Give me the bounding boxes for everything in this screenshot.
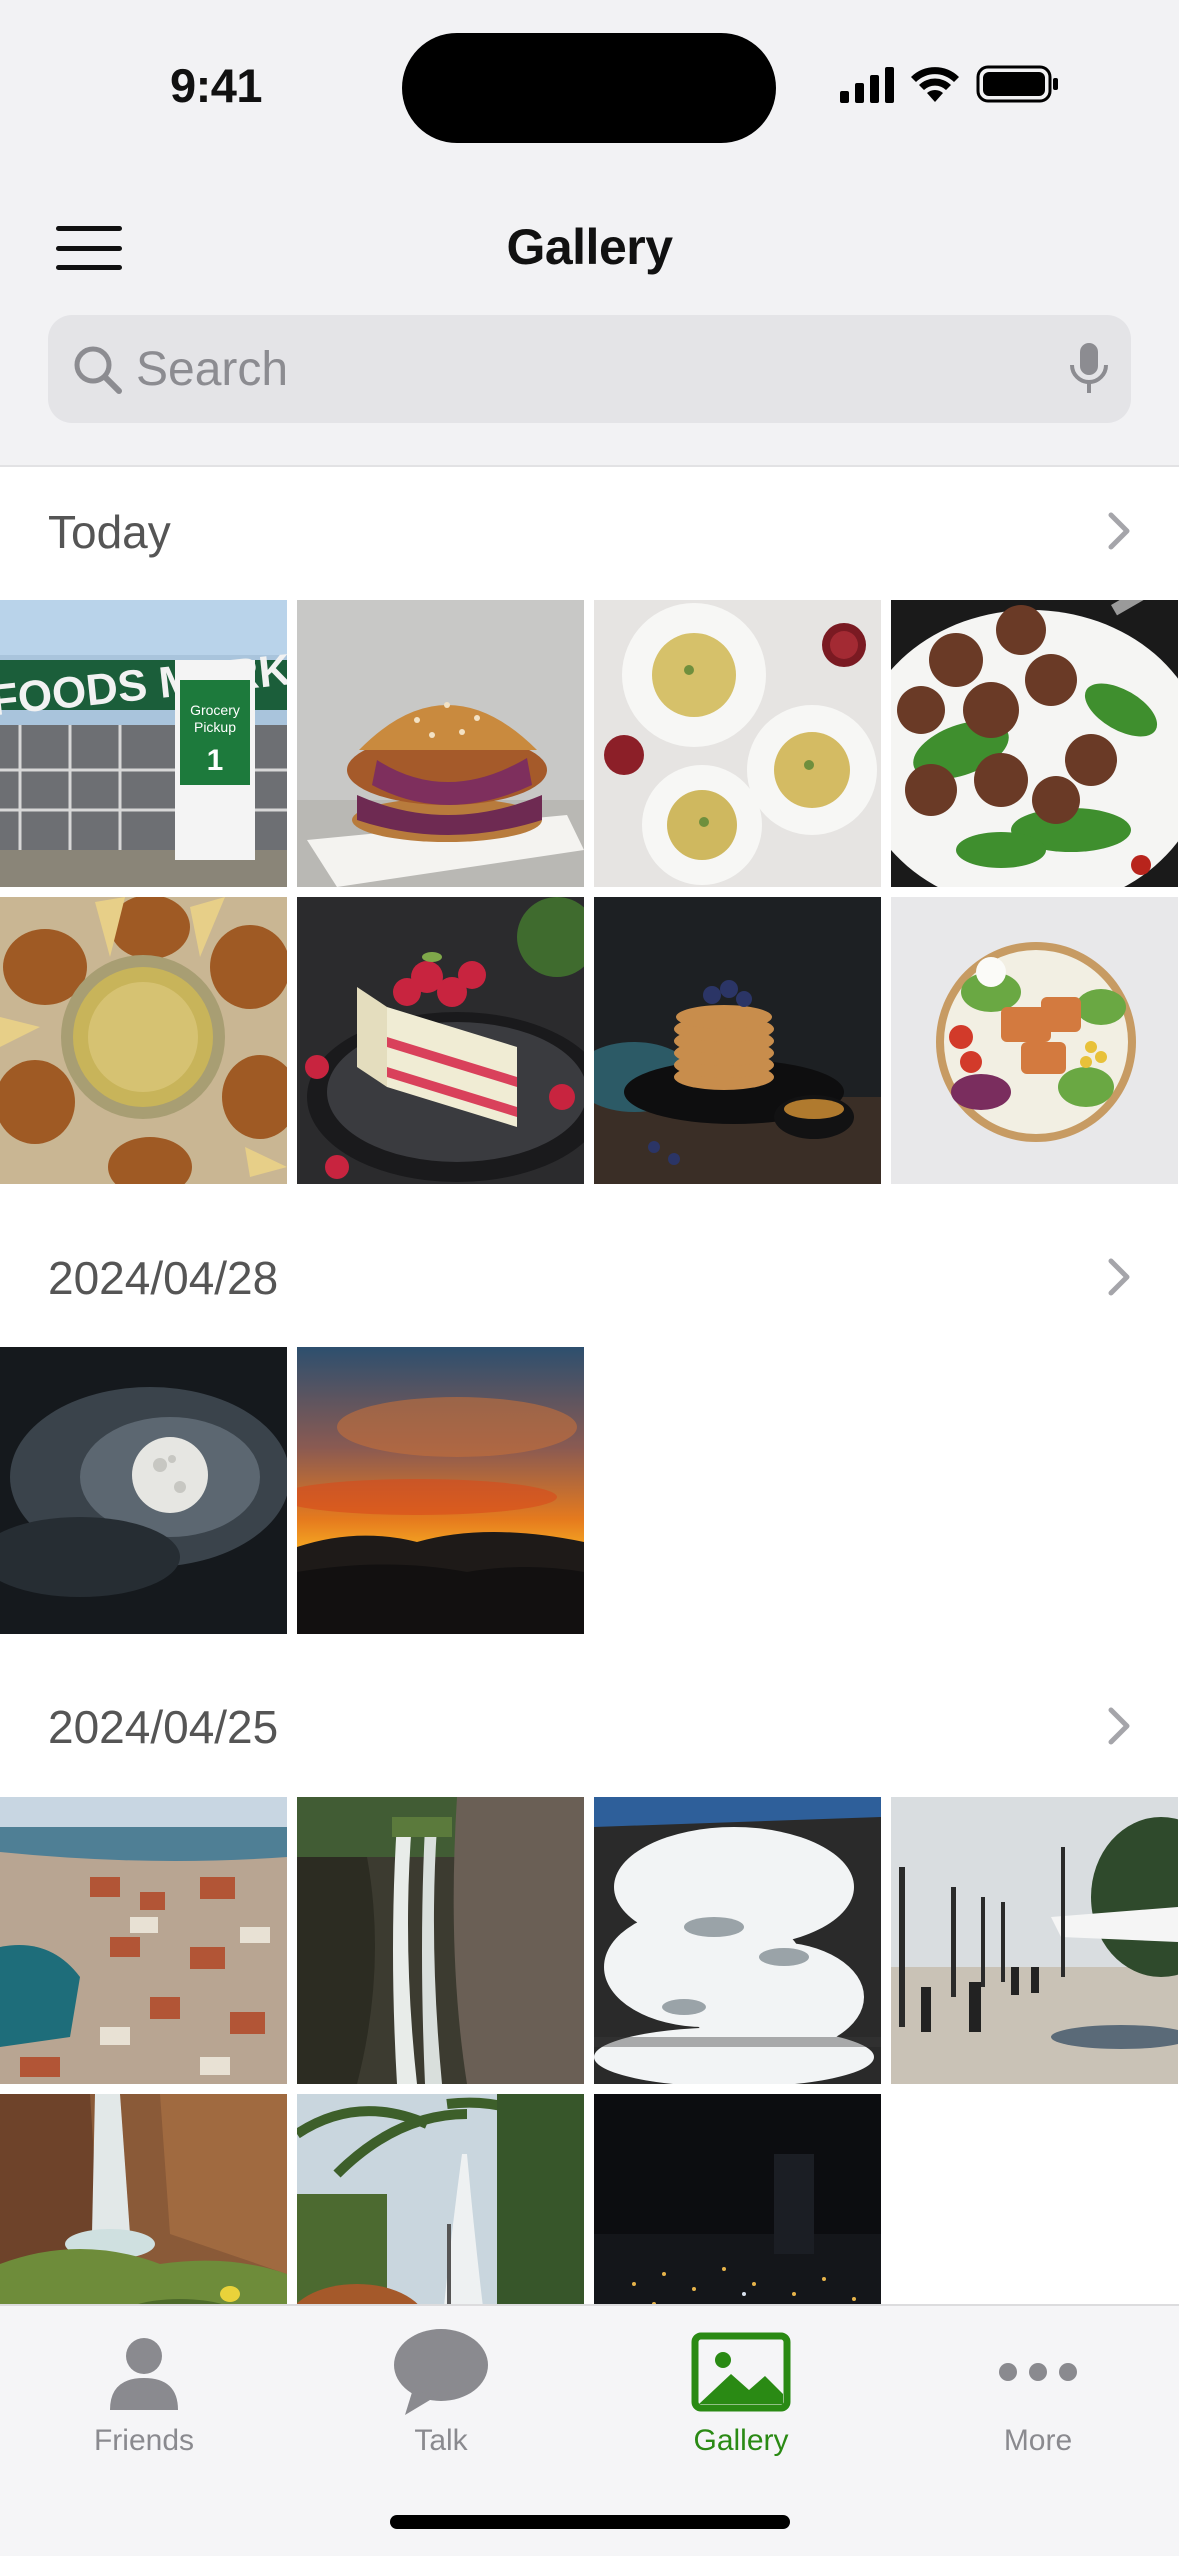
photo-thumbnail[interactable] <box>891 1797 1178 2084</box>
tab-label: Gallery <box>693 2424 789 2457</box>
photo-thumbnail[interactable] <box>297 1797 584 2084</box>
photo-thumbnail[interactable] <box>297 600 584 887</box>
chat-bubble-icon <box>394 2329 488 2415</box>
search-input[interactable] <box>136 315 986 423</box>
svg-text:Pickup: Pickup <box>194 719 236 735</box>
photo-thumbnail[interactable] <box>0 1347 287 1634</box>
photo-thumbnail[interactable] <box>594 1797 881 2084</box>
photo-thumbnail[interactable] <box>0 1797 287 2084</box>
chevron-right-icon <box>1108 1258 1130 1296</box>
section-title: 2024/04/28 <box>48 1252 279 1304</box>
tab-more[interactable]: More <box>928 2324 1148 2474</box>
section-title: 2024/04/25 <box>48 1701 279 1753</box>
header: 9:41 Gallery <box>0 0 1179 467</box>
svg-text:1: 1 <box>207 744 224 777</box>
photo-thumbnail[interactable] <box>594 600 881 887</box>
tab-label: Talk <box>414 2424 468 2457</box>
page-title: Gallery <box>506 219 673 275</box>
more-dots-icon <box>999 2363 1077 2381</box>
tab-label: Friends <box>93 2424 195 2457</box>
photo-grid-2024-04-25 <box>0 1797 1179 2381</box>
svg-text:Grocery: Grocery <box>190 702 240 718</box>
status-icons <box>840 64 1060 104</box>
chevron-right-icon <box>1108 1707 1130 1745</box>
photo-icon <box>691 2332 791 2412</box>
tab-talk[interactable]: Talk <box>331 2324 551 2474</box>
section-title: Today <box>48 506 171 558</box>
wifi-icon <box>911 67 959 102</box>
status-time: 9:41 <box>170 59 263 112</box>
home-indicator <box>390 2515 790 2529</box>
cellular-signal-icon <box>840 65 894 103</box>
photo-thumbnail[interactable] <box>594 897 881 1184</box>
photo-thumbnail[interactable] <box>891 897 1178 1184</box>
search-bar[interactable] <box>48 315 1131 423</box>
section-header-today[interactable]: Today <box>0 469 1179 599</box>
search-icon <box>74 346 122 394</box>
photo-grid-2024-04-28 <box>0 1347 1179 1634</box>
photo-thumbnail[interactable] <box>891 600 1178 887</box>
photo-thumbnail[interactable] <box>0 897 287 1184</box>
section-header-2024-04-25[interactable]: 2024/04/25 <box>0 1664 1179 1794</box>
photo-thumbnail[interactable] <box>297 897 584 1184</box>
tab-friends[interactable]: Friends <box>34 2324 254 2474</box>
section-header-2024-04-28[interactable]: 2024/04/28 <box>0 1215 1179 1345</box>
chevron-right-icon <box>1108 512 1130 550</box>
dynamic-island <box>402 33 776 143</box>
microphone-icon[interactable] <box>1067 339 1111 399</box>
tab-gallery[interactable]: Gallery <box>631 2324 851 2474</box>
photo-grid-today: FOODS MARKET Grocery Pickup 1 <box>0 600 1179 1184</box>
battery-icon <box>976 65 1058 103</box>
person-icon <box>110 2338 178 2410</box>
photo-thumbnail[interactable] <box>297 1347 584 1634</box>
photo-thumbnail[interactable]: FOODS MARKET Grocery Pickup 1 <box>0 600 287 887</box>
tab-label: More <box>1003 2424 1073 2457</box>
